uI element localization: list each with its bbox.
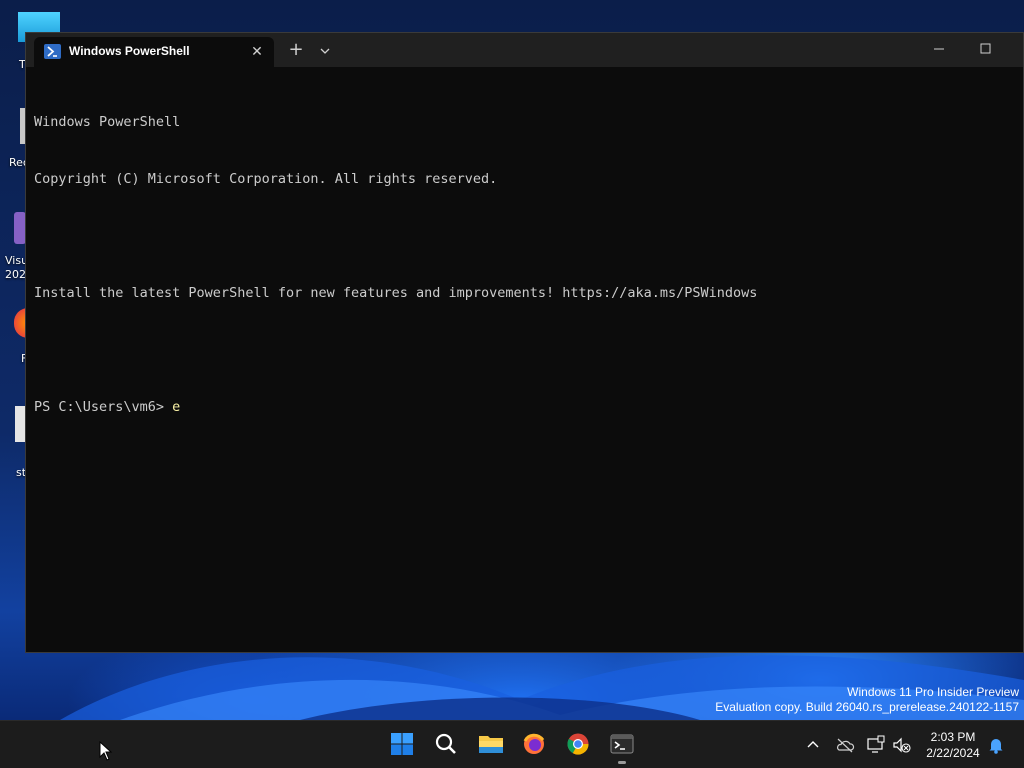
console-line: Install the latest PowerShell for new fe… — [34, 285, 758, 301]
start-button[interactable] — [387, 729, 417, 759]
chrome-button[interactable] — [563, 729, 593, 759]
title-bar[interactable]: Windows PowerShell ✕ + — [26, 33, 1023, 67]
onedrive-icon — [837, 738, 855, 753]
watermark-line-2: Evaluation copy. Build 26040.rs_prerelea… — [715, 700, 1019, 714]
command-input[interactable]: e — [172, 399, 180, 415]
tab-dropdown-button[interactable] — [318, 43, 332, 57]
terminal-button[interactable] — [607, 729, 637, 759]
file-explorer-button[interactable] — [475, 729, 505, 759]
minimize-button[interactable] — [926, 39, 950, 59]
firefox-button[interactable] — [519, 729, 549, 759]
chevron-down-icon — [320, 48, 330, 54]
prompt: PS C:\Users\vm6> — [34, 399, 173, 415]
file-explorer-icon — [479, 736, 503, 753]
console-line: Windows PowerShell — [34, 114, 181, 130]
desktop-icon-label-2: 202 — [5, 268, 26, 281]
taskbar: 2:03 PM 2/22/2024 — [0, 720, 1024, 768]
search-button[interactable] — [431, 729, 461, 759]
onedrive-button[interactable] — [835, 735, 855, 755]
terminal-running-indicator — [618, 761, 626, 764]
display-icon — [867, 735, 885, 753]
chevron-up-icon — [807, 741, 819, 748]
console-output[interactable]: Windows PowerShell Copyright (C) Microso… — [34, 75, 1015, 644]
chrome-icon — [567, 733, 589, 755]
powershell-icon — [44, 44, 61, 59]
powershell-window[interactable]: Windows PowerShell ✕ + Windows PowerShel… — [25, 32, 1024, 653]
clock[interactable]: 2:03 PM 2/22/2024 — [916, 729, 990, 761]
maximize-button[interactable] — [972, 39, 996, 59]
bell-icon — [989, 739, 1003, 754]
prompt-line[interactable]: PS C:\Users\vm6> e — [34, 398, 1015, 417]
tab-close-button[interactable]: ✕ — [248, 43, 266, 61]
volume-button[interactable] — [892, 735, 912, 755]
mouse-cursor-icon — [99, 741, 113, 761]
terminal-icon — [610, 734, 634, 754]
tab-windows-powershell[interactable]: Windows PowerShell ✕ — [34, 37, 274, 67]
new-tab-button[interactable]: + — [288, 41, 304, 59]
minimize-icon — [934, 48, 944, 50]
speaker-muted-icon — [893, 737, 911, 753]
network-button[interactable] — [866, 735, 886, 755]
start-icon — [391, 733, 413, 755]
watermark-line-1: Windows 11 Pro Insider Preview — [847, 685, 1019, 699]
notifications-button[interactable] — [986, 735, 1006, 755]
firefox-icon — [523, 733, 545, 754]
tab-title: Windows PowerShell — [69, 44, 190, 58]
clock-date: 2/22/2024 — [926, 746, 980, 760]
maximize-icon — [980, 43, 991, 54]
search-icon — [435, 733, 456, 754]
evaluation-watermark: Windows 11 Pro Insider Preview Evaluatio… — [715, 685, 1019, 715]
clock-time: 2:03 PM — [930, 730, 976, 744]
console-line: Copyright (C) Microsoft Corporation. All… — [34, 171, 498, 187]
show-hidden-icons-button[interactable] — [803, 735, 823, 755]
